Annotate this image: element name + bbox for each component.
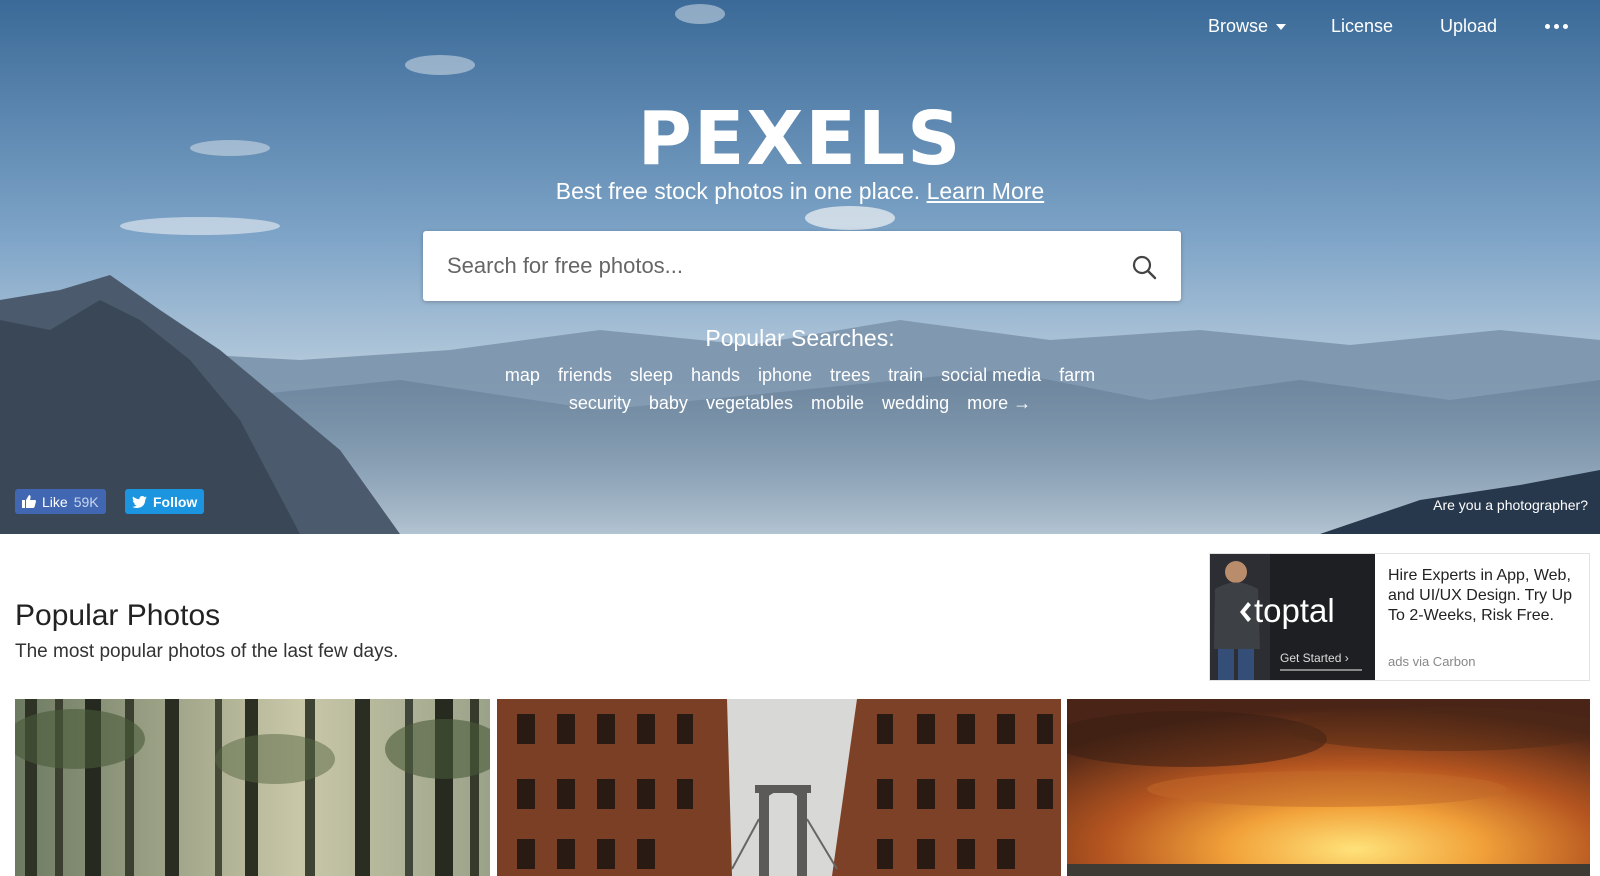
tag-link[interactable]: hands [691, 365, 740, 386]
tag-link[interactable]: trees [830, 365, 870, 386]
popular-tags-row-1: map friends sleep hands iphone trees tra… [0, 365, 1600, 386]
ad-image[interactable]: toptal Get Started › [1210, 554, 1375, 680]
nav-browse-label: Browse [1207, 16, 1268, 36]
toptal-ad-graphic: toptal Get Started › [1210, 554, 1375, 680]
tagline: Best free stock photos in one place. Lea… [0, 178, 1600, 205]
site-logo[interactable]: PEXELS [0, 96, 1600, 182]
search-icon[interactable] [1131, 254, 1157, 280]
section-subtitle: The most popular photos of the last few … [15, 641, 399, 662]
twitter-follow-button[interactable]: Follow [125, 489, 205, 514]
tag-link[interactable]: wedding [882, 393, 949, 414]
chevron-down-icon [1276, 24, 1286, 31]
brick-buildings-photo [497, 699, 1061, 876]
forest-photo [15, 699, 490, 876]
tag-link[interactable]: train [888, 365, 923, 386]
photographer-link[interactable]: Are you a photographer? [1433, 497, 1588, 513]
ad-via-carbon[interactable]: ads via Carbon [1388, 654, 1475, 669]
tag-link[interactable]: social media [941, 365, 1041, 386]
tag-link[interactable]: iphone [758, 365, 812, 386]
tag-link[interactable]: mobile [811, 393, 864, 414]
more-dots-icon[interactable] [1545, 24, 1568, 29]
ad-text[interactable]: Hire Experts in App, Web, and UI/UX Desi… [1388, 566, 1583, 626]
photo-card-brick-buildings[interactable] [497, 699, 1061, 876]
thumbs-up-icon [22, 495, 36, 508]
carbon-ad[interactable]: toptal Get Started › Hire Experts in App… [1209, 553, 1590, 681]
tag-link[interactable]: baby [649, 393, 688, 414]
facebook-like-count: 59K [73, 493, 99, 510]
twitter-follow-label: Follow [153, 493, 198, 510]
learn-more-link[interactable]: Learn More [927, 178, 1045, 204]
tag-link[interactable]: vegetables [706, 393, 793, 414]
search-input[interactable] [423, 231, 1103, 301]
popular-tags-row-2: security baby vegetables mobile wedding … [0, 393, 1600, 414]
tag-link[interactable]: friends [558, 365, 612, 386]
facebook-like-label: Like [42, 493, 68, 510]
nav-license[interactable]: License [1331, 16, 1393, 37]
tag-link[interactable]: farm [1059, 365, 1095, 386]
hero-banner: Browse License Upload PEXELS Best free s… [0, 0, 1600, 534]
ad-brand: toptal [1254, 592, 1335, 629]
nav-browse[interactable]: Browse [1208, 16, 1286, 37]
photo-card-forest[interactable] [15, 699, 490, 876]
twitter-bird-icon [132, 495, 147, 508]
search-bar [423, 231, 1181, 301]
photo-card-sunset[interactable] [1067, 699, 1590, 876]
tag-link[interactable]: sleep [630, 365, 673, 386]
popular-searches-title: Popular Searches: [705, 325, 895, 351]
ad-cta: Get Started › [1280, 651, 1349, 665]
facebook-like-button[interactable]: Like 59K [15, 489, 106, 514]
tagline-text: Best free stock photos in one place. [555, 178, 921, 204]
more-tags-link[interactable]: more → [967, 393, 1031, 414]
sunset-photo [1067, 699, 1590, 876]
tag-link[interactable]: map [505, 365, 540, 386]
tag-link[interactable]: security [569, 393, 631, 414]
section-title: Popular Photos [15, 599, 221, 632]
nav-upload[interactable]: Upload [1440, 16, 1497, 37]
